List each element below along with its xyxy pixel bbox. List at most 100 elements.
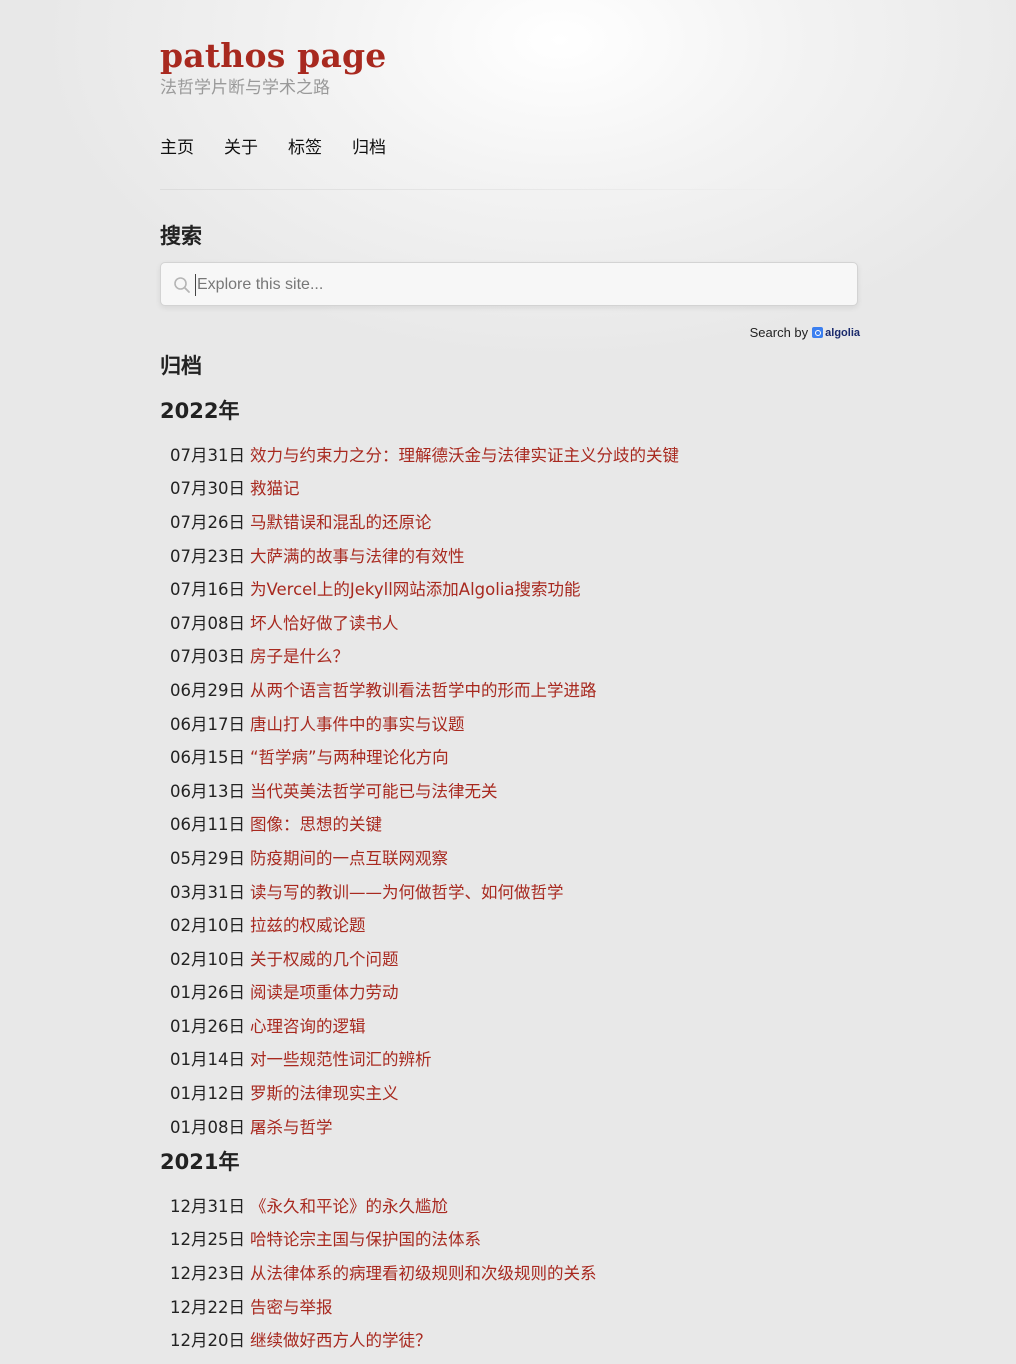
post-link[interactable]: 告密与举报 — [250, 1294, 333, 1318]
list-item: 06月11日 图像：思想的关键 — [170, 807, 679, 841]
post-link[interactable]: 从法律体系的病理看初级规则和次级规则的关系 — [250, 1260, 597, 1284]
post-date: 12月31日 — [170, 1196, 245, 1216]
nav-tags[interactable]: 标签 — [288, 136, 322, 160]
powered-by-label: Search by — [749, 325, 809, 340]
post-date: 01月26日 — [170, 1016, 245, 1036]
algolia-wordmark: algolia — [825, 326, 860, 339]
site-subtitle: 法哲学片断与学术之路 — [160, 78, 330, 98]
list-item: 01月26日 心理咨询的逻辑 — [170, 1008, 679, 1042]
list-item: 06月13日 当代英美法哲学可能已与法律无关 — [170, 773, 679, 807]
post-date: 01月14日 — [170, 1050, 245, 1070]
post-date: 01月12日 — [170, 1084, 245, 1104]
list-item: 02月10日 关于权威的几个问题 — [170, 941, 679, 975]
post-date: 07月03日 — [170, 647, 245, 667]
post-link[interactable]: 对一些规范性词汇的辨析 — [250, 1046, 432, 1070]
nav-home[interactable]: 主页 — [160, 136, 194, 160]
post-date: 07月08日 — [170, 613, 245, 633]
post-link[interactable]: 图像：思想的关键 — [250, 811, 382, 835]
post-link[interactable]: 防疫期间的一点互联网观察 — [250, 845, 448, 869]
post-date: 12月20日 — [170, 1331, 245, 1351]
archive-heading: 归档 — [160, 354, 202, 378]
post-link[interactable]: 读与写的教训——为何做哲学、如何做哲学 — [250, 879, 564, 903]
post-date: 02月10日 — [170, 916, 245, 936]
post-date: 01月26日 — [170, 983, 245, 1003]
search-attribution: Search by algolia — [750, 325, 860, 340]
list-item: 03月31日 读与写的教训——为何做哲学、如何做哲学 — [170, 874, 679, 908]
post-link[interactable]: 救猫记 — [250, 475, 300, 499]
post-date: 03月31日 — [170, 882, 245, 902]
post-date: 06月29日 — [170, 680, 245, 700]
post-date: 07月30日 — [170, 479, 245, 499]
post-date: 07月31日 — [170, 445, 245, 465]
list-item: 02月10日 拉兹的权威论题 — [170, 907, 679, 941]
post-date: 07月16日 — [170, 580, 245, 600]
list-item: 12月22日 告密与举报 — [170, 1289, 597, 1323]
list-item: 01月12日 罗斯的法律现实主义 — [170, 1075, 679, 1109]
post-list-2021: 12月31日 《永久和平论》的永久尴尬 12月25日 哈特论宗主国与保护国的法体系 12… — [170, 1188, 597, 1356]
list-item: 07月03日 房子是什么？ — [170, 639, 679, 673]
post-link[interactable]: 屠杀与哲学 — [250, 1114, 333, 1138]
year-heading-2022: 2022年 — [160, 399, 240, 423]
post-date: 02月10日 — [170, 949, 245, 969]
list-item: 06月29日 从两个语言哲学教训看法哲学中的形而上学进路 — [170, 672, 679, 706]
post-link[interactable]: 大萨满的故事与法律的有效性 — [250, 543, 465, 567]
post-link[interactable]: 房子是什么？ — [250, 643, 349, 667]
list-item: 12月31日 《永久和平论》的永久尴尬 — [170, 1188, 597, 1222]
post-link[interactable]: 心理咨询的逻辑 — [250, 1013, 366, 1037]
post-link[interactable]: 为Vercel上的Jekyll网站添加Algolia搜索功能 — [250, 576, 581, 600]
list-item: 05月29日 防疫期间的一点互联网观察 — [170, 840, 679, 874]
main-nav: 主页 关于 标签 归档 — [160, 136, 386, 160]
post-date: 06月15日 — [170, 748, 245, 768]
list-item: 12月20日 继续做好西方人的学徒？ — [170, 1322, 597, 1356]
year-heading-2021: 2021年 — [160, 1150, 240, 1174]
post-link[interactable]: 唐山打人事件中的事实与议题 — [250, 711, 465, 735]
post-date: 06月11日 — [170, 815, 245, 835]
post-date: 07月26日 — [170, 512, 245, 532]
post-link[interactable]: “哲学病”与两种理论化方向 — [250, 744, 449, 768]
post-date: 12月25日 — [170, 1230, 245, 1250]
post-link[interactable]: 《永久和平论》的永久尴尬 — [250, 1193, 448, 1217]
list-item: 07月16日 为Vercel上的Jekyll网站添加Algolia搜索功能 — [170, 571, 679, 605]
post-link[interactable]: 马默错误和混乱的还原论 — [250, 509, 432, 533]
post-link[interactable]: 关于权威的几个问题 — [250, 946, 399, 970]
site-title[interactable]: pathos page — [160, 36, 387, 76]
post-link[interactable]: 拉兹的权威论题 — [250, 912, 366, 936]
header-divider — [160, 189, 840, 190]
list-item: 07月26日 马默错误和混乱的还原论 — [170, 504, 679, 538]
search-input[interactable] — [195, 274, 839, 296]
post-link[interactable]: 继续做好西方人的学徒？ — [250, 1327, 432, 1351]
post-date: 05月29日 — [170, 848, 245, 868]
post-date: 12月22日 — [170, 1297, 245, 1317]
post-date: 06月17日 — [170, 714, 245, 734]
list-item: 06月15日 “哲学病”与两种理论化方向 — [170, 739, 679, 773]
post-link[interactable]: 罗斯的法律现实主义 — [250, 1080, 399, 1104]
list-item: 01月14日 对一些规范性词汇的辨析 — [170, 1042, 679, 1076]
list-item: 12月25日 哈特论宗主国与保护国的法体系 — [170, 1222, 597, 1256]
algolia-icon — [812, 327, 824, 338]
post-link[interactable]: 从两个语言哲学教训看法哲学中的形而上学进路 — [250, 677, 597, 701]
post-date: 01月08日 — [170, 1117, 245, 1137]
list-item: 12月23日 从法律体系的病理看初级规则和次级规则的关系 — [170, 1255, 597, 1289]
list-item: 01月26日 阅读是项重体力劳动 — [170, 975, 679, 1009]
list-item: 06月17日 唐山打人事件中的事实与议题 — [170, 706, 679, 740]
post-link[interactable]: 阅读是项重体力劳动 — [250, 979, 399, 1003]
algolia-logo[interactable]: algolia — [812, 327, 860, 339]
post-date: 06月13日 — [170, 781, 245, 801]
list-item: 07月08日 坏人恰好做了读书人 — [170, 605, 679, 639]
list-item: 01月08日 屠杀与哲学 — [170, 1109, 679, 1143]
list-item: 07月30日 救猫记 — [170, 471, 679, 505]
post-link[interactable]: 坏人恰好做了读书人 — [250, 610, 399, 634]
nav-about[interactable]: 关于 — [224, 136, 258, 160]
post-link[interactable]: 当代英美法哲学可能已与法律无关 — [250, 778, 498, 802]
post-date: 07月23日 — [170, 546, 245, 566]
search-box[interactable] — [160, 262, 858, 306]
post-date: 12月23日 — [170, 1263, 245, 1283]
list-item: 07月31日 效力与约束力之分：理解德沃金与法律实证主义分歧的关键 — [170, 437, 679, 471]
search-heading: 搜索 — [160, 224, 202, 248]
nav-archive[interactable]: 归档 — [352, 136, 386, 160]
post-list-2022: 07月31日 效力与约束力之分：理解德沃金与法律实证主义分歧的关键 07月30日 救猫… — [170, 437, 679, 1142]
list-item: 07月23日 大萨满的故事与法律的有效性 — [170, 538, 679, 572]
post-link[interactable]: 效力与约束力之分：理解德沃金与法律实证主义分歧的关键 — [250, 442, 679, 466]
search-icon — [174, 277, 190, 293]
post-link[interactable]: 哈特论宗主国与保护国的法体系 — [250, 1226, 481, 1250]
